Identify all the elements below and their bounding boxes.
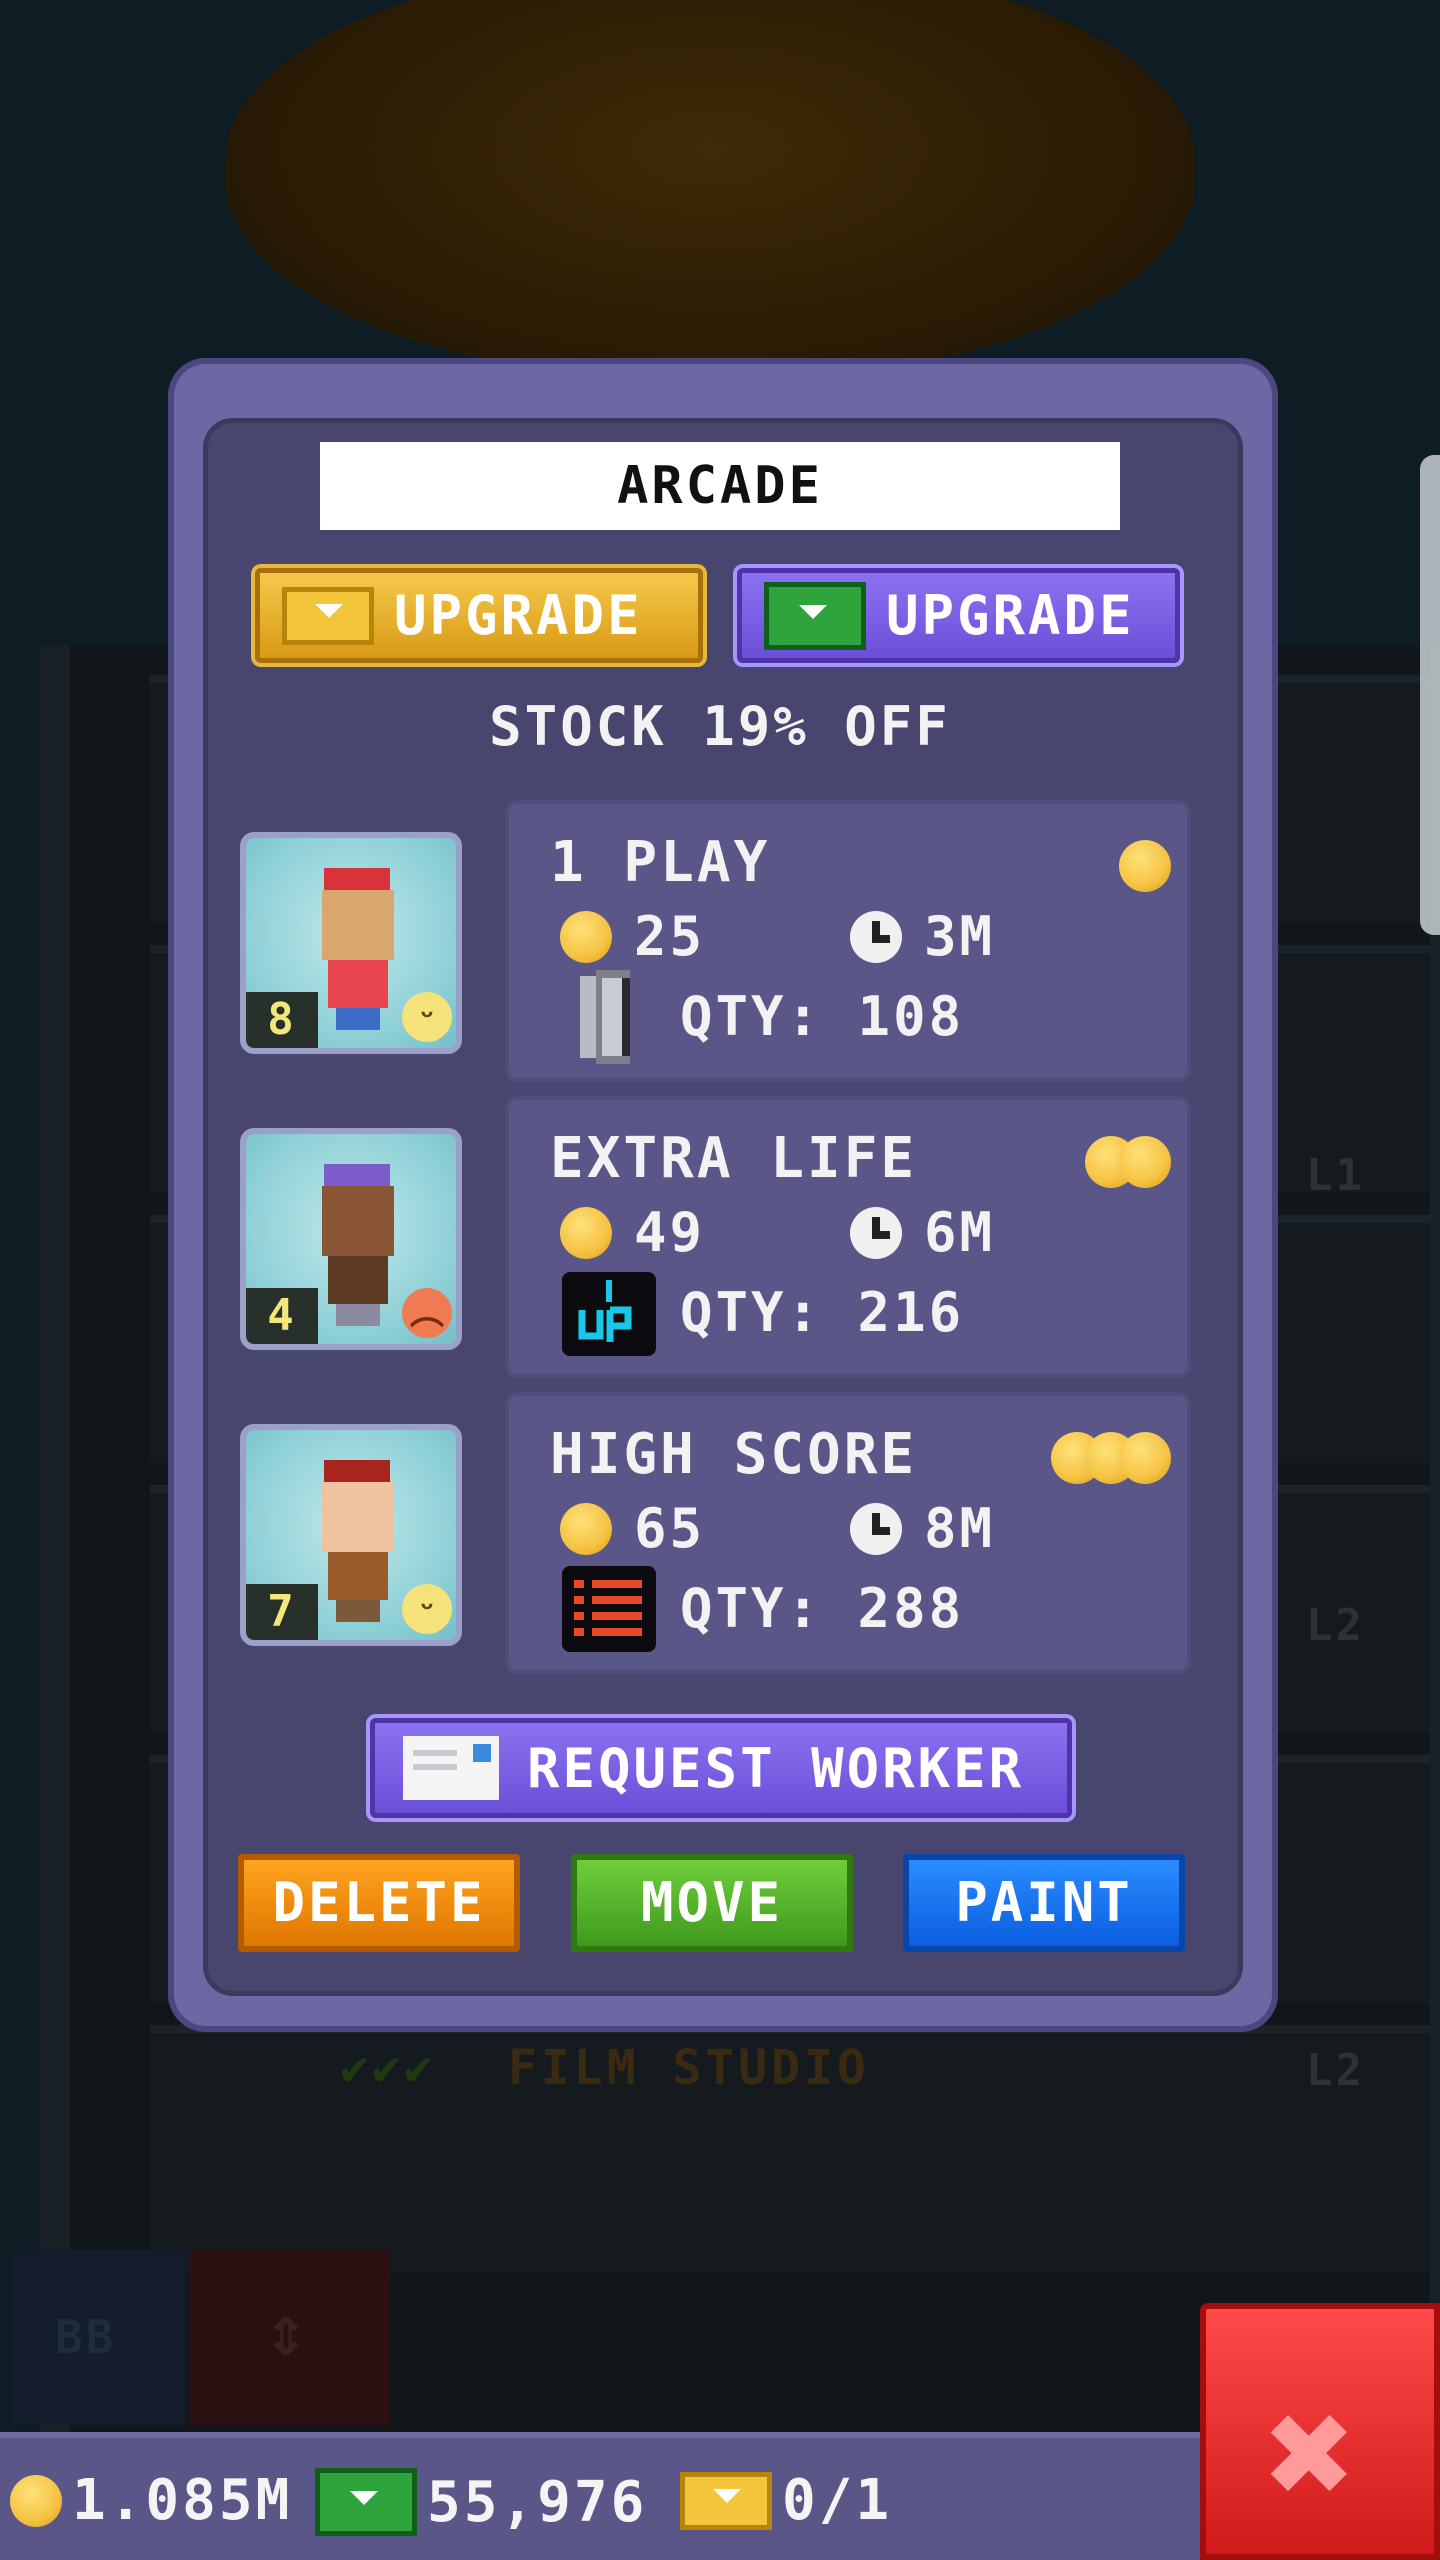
tickets-balance: 0/1 [680,2468,892,2533]
product-quantity: QTY: 216 [680,1281,965,1344]
worker-sprite [316,868,402,1030]
token-icon [580,970,630,1064]
worker-level-badge: 7 [246,1584,318,1640]
golden-ticket-icon [680,2471,772,2530]
product-price: 65 [560,1497,705,1560]
product-time: 6M [850,1201,995,1264]
product-tier-coins [1051,1432,1171,1484]
bux-balance: 55,976 [315,2468,647,2536]
background-level-label: L2 [1306,2045,1365,2096]
coin-icon [10,2474,62,2527]
scoreboard-icon [562,1566,656,1652]
worker-level-badge: 4 [246,1288,318,1344]
coin-icon [1119,840,1171,892]
golden-ticket-icon [282,586,374,645]
coin-icon [1119,1136,1171,1188]
background-elevator-tile: ⇕ [190,2250,390,2425]
upgrade-bux-button[interactable]: UPGRADE [737,568,1180,663]
request-worker-label: REQUEST WORKER [527,1736,1025,1800]
updown-arrows-icon: ⇕ [265,2290,308,2372]
bux-icon [764,581,866,650]
product-price: 25 [560,905,705,968]
product-quantity: QTY: 288 [680,1577,965,1640]
product-price-value: 65 [634,1497,706,1560]
product-name: HIGH SCORE [550,1422,918,1487]
background-level-label: L1 [1306,1150,1365,1201]
dialog-title: ARCADE [320,442,1120,530]
worker-portrait[interactable]: 8 ᵕ [240,832,462,1054]
worker-portrait[interactable]: 4 ︵ [240,1128,462,1350]
coins-value: 1.085M [72,2468,293,2533]
worker-portrait[interactable]: 7 ᵕ [240,1424,462,1646]
product-time-value: 6M [924,1201,996,1264]
background-floor-checks: ✔✔✔ [340,2040,436,2096]
product-name: EXTRA LIFE [550,1126,918,1191]
coin-icon [560,1206,612,1259]
close-button[interactable]: ✖ [1200,2303,1440,2560]
upgrade-gold-button[interactable]: UPGRADE [255,568,703,663]
worker-sprite [316,1460,402,1622]
product-price-value: 25 [634,905,706,968]
product-time: 8M [850,1497,995,1560]
close-icon: ✖ [1266,2367,1357,2541]
product-quantity: QTY: 108 [680,985,965,1048]
background-pumpkin [225,0,1195,380]
coin-icon [560,910,612,963]
happy-face-icon: ᵕ [402,1584,452,1634]
coins-balance: 1.085M [10,2468,292,2533]
product-time: 3M [850,905,995,968]
background-level-label: L2 [1306,1600,1365,1651]
currency-status-bar: 1.085M 55,976 0/1 [0,2432,1200,2560]
move-button[interactable]: MOVE [571,1854,853,1952]
product-price: 49 [560,1201,705,1264]
request-worker-button[interactable]: REQUEST WORKER [370,1718,1072,1818]
coin-icon [1119,1432,1171,1484]
product-name: 1 PLAY [550,830,771,895]
product-time-value: 3M [924,905,996,968]
worker-level-badge: 8 [246,992,318,1048]
upgrade-bux-label: UPGRADE [886,584,1135,647]
tickets-value: 0/1 [782,2468,893,2533]
upgrade-gold-label: UPGRADE [394,584,643,647]
background-tile: BB [10,2250,185,2425]
unhappy-face-icon: ︵ [402,1288,452,1338]
bux-icon [315,2468,417,2536]
paint-button[interactable]: PAINT [903,1854,1185,1952]
product-tier-coins [1119,840,1171,892]
one-up-icon [562,1272,656,1356]
background-tile-label: BB [55,2310,117,2364]
worker-sprite [316,1164,402,1326]
coin-icon [560,1502,612,1555]
product-card[interactable]: 1 PLAY 25 3M QTY: 108 [505,800,1191,1082]
product-tier-coins [1085,1136,1171,1188]
product-time-value: 8M [924,1497,996,1560]
envelope-icon [403,1736,499,1800]
bux-value: 55,976 [427,2469,648,2535]
delete-button[interactable]: DELETE [238,1854,520,1952]
product-card[interactable]: EXTRA LIFE 49 6M QTY: 216 [505,1096,1191,1378]
product-price-value: 49 [634,1201,706,1264]
happy-face-icon: ᵕ [402,992,452,1042]
background-floor-label: FILM STUDIO [508,2040,870,2096]
clock-icon [850,1206,902,1259]
stock-discount-text: STOCK 19% OFF [489,695,951,758]
clock-icon [850,910,902,963]
clock-icon [850,1502,902,1555]
product-card[interactable]: HIGH SCORE 65 8M QTY: 288 [505,1392,1191,1674]
